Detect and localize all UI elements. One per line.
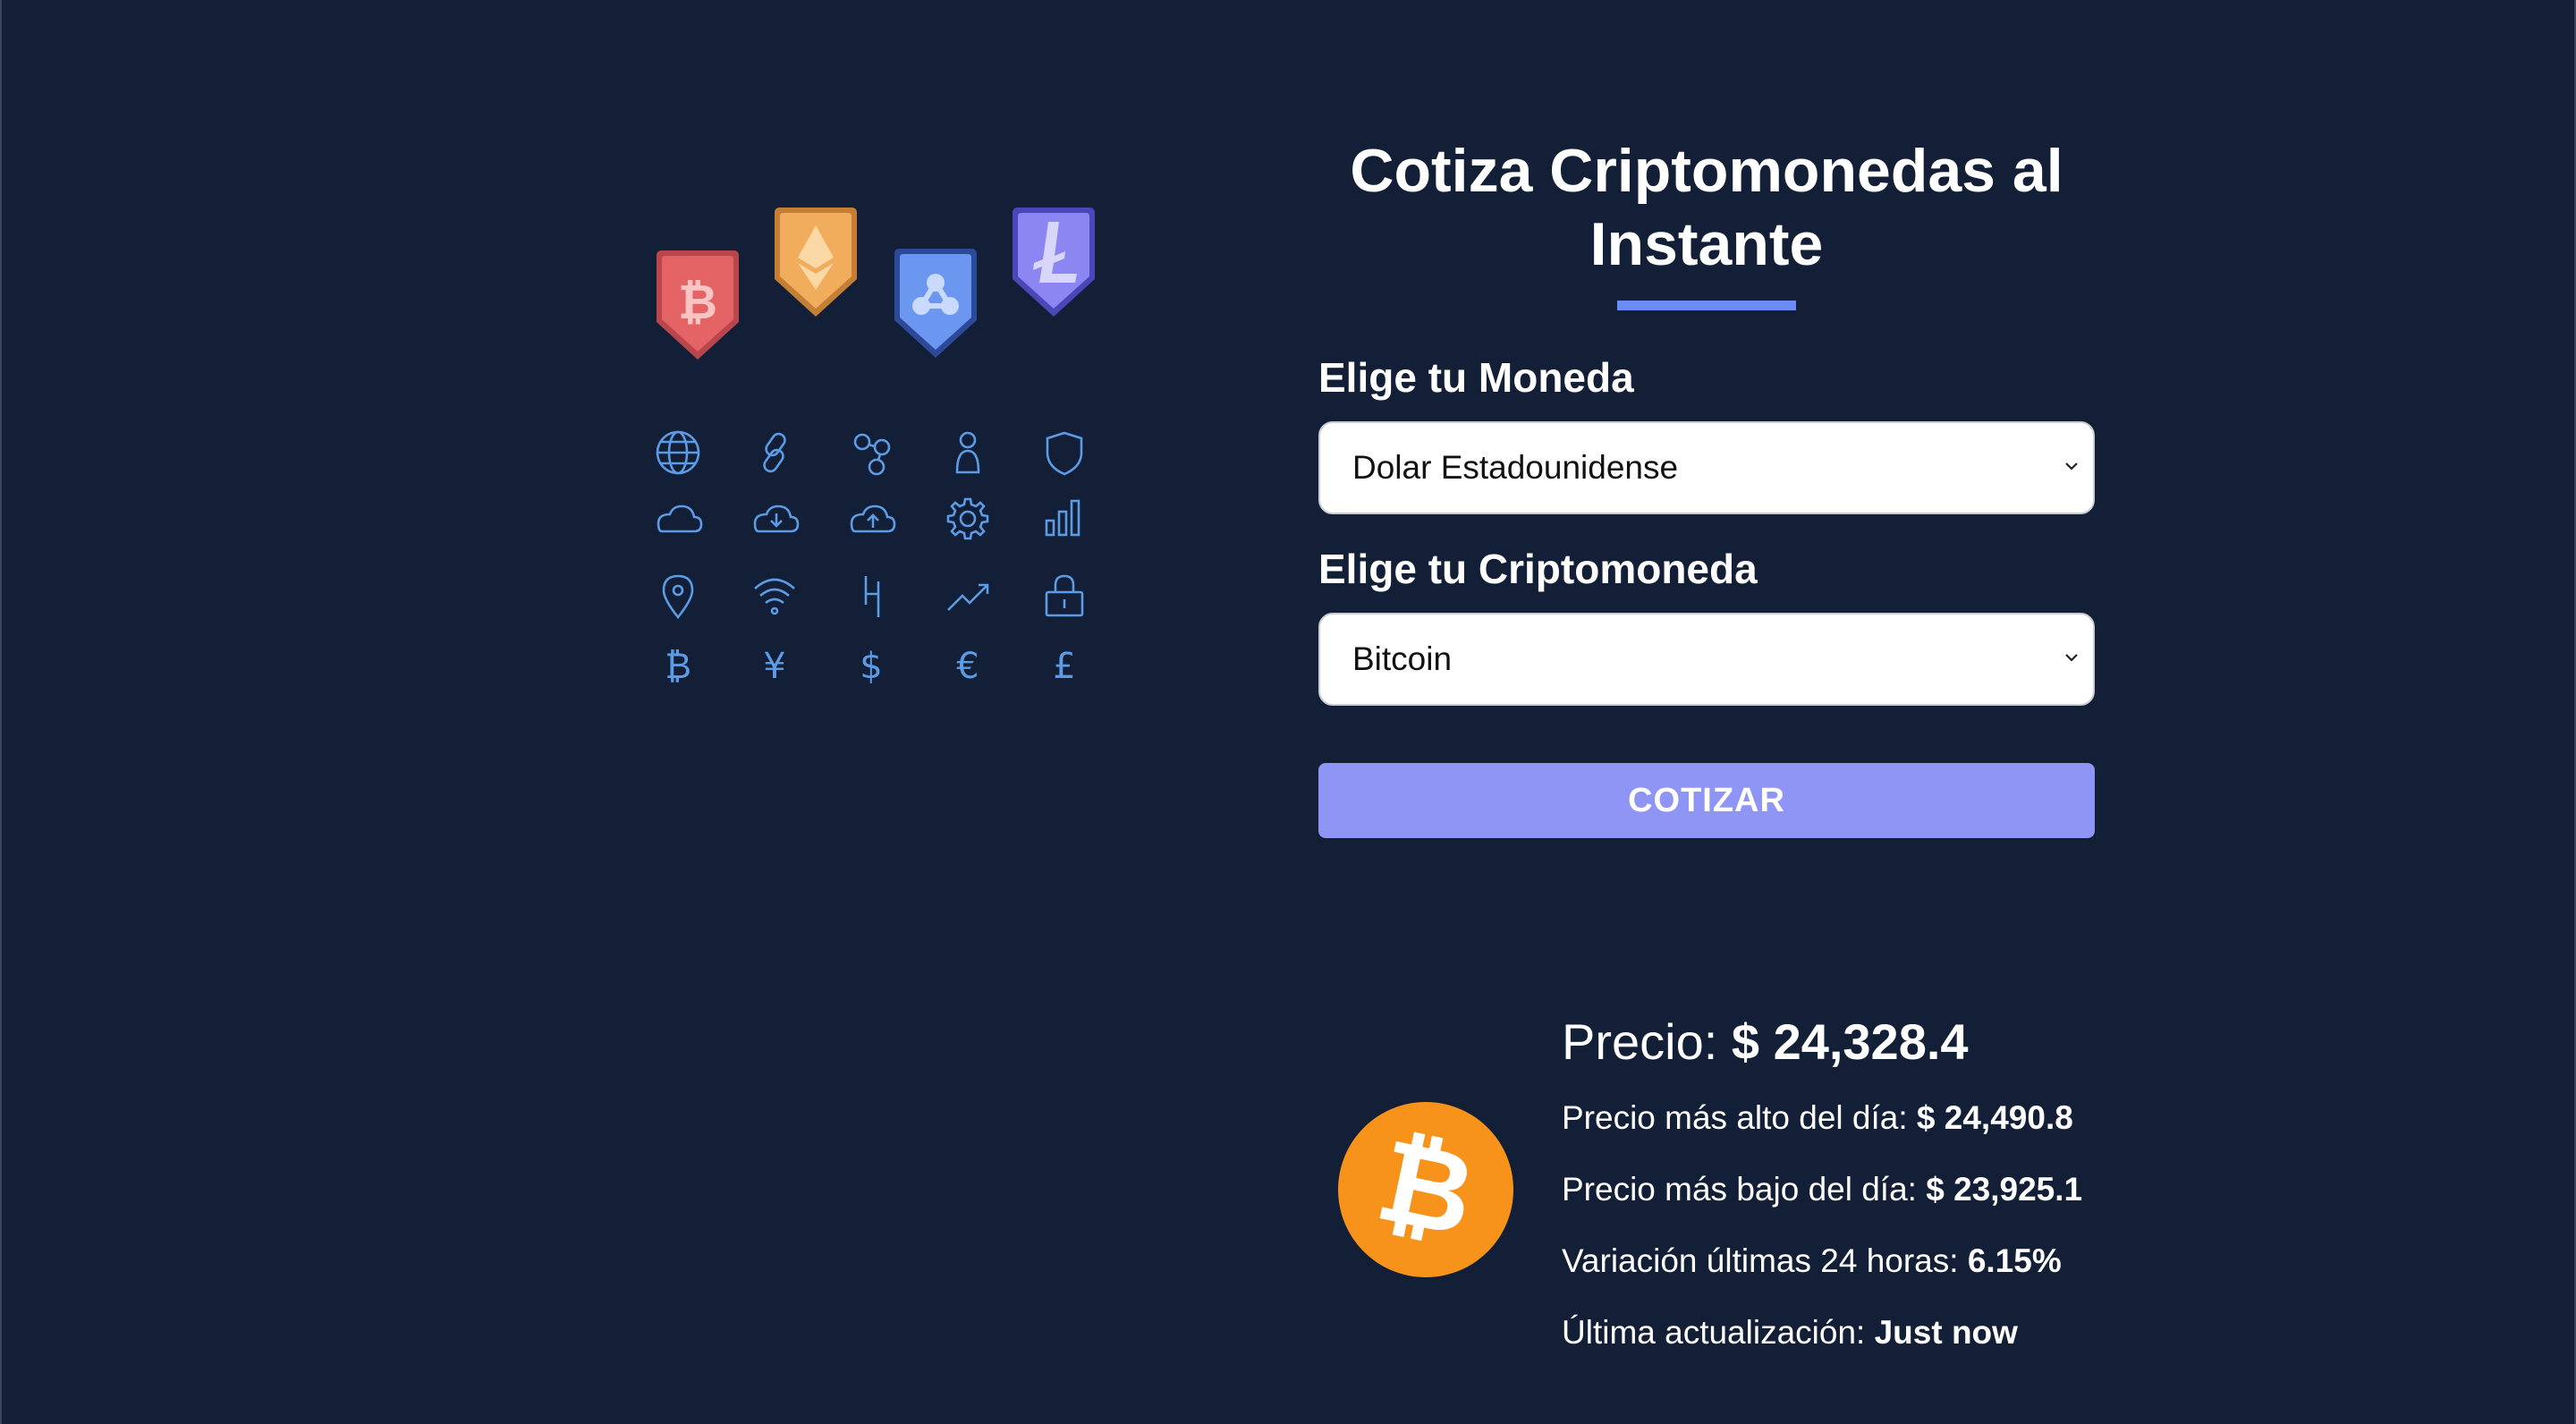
lock-icon [1032, 564, 1097, 628]
wifi-icon [742, 564, 807, 628]
crypto-illustration: ₿ ₿ ¥ $ € £ [628, 179, 1129, 716]
crypto-select-value: Bitcoin [1352, 640, 1453, 677]
cloud-upload-icon [839, 487, 903, 551]
globe-icon [646, 420, 710, 485]
svg-text:£: £ [1053, 646, 1075, 687]
low-price-label: Precio más bajo del día: [1562, 1171, 1927, 1208]
cotizar-button[interactable]: COTIZAR [1318, 763, 2095, 838]
euro-icon: € [936, 633, 1000, 698]
chevron-down-icon [2065, 462, 2078, 470]
title-underline [1617, 301, 1796, 310]
ethereum-badge-icon [775, 208, 857, 317]
bitcoin-symbol-icon: ₿ [646, 633, 710, 698]
low-price-row: Precio más bajo del día: $ 23,925.1 [1562, 1154, 2082, 1225]
price-value: $ 24,328.4 [1731, 1013, 1969, 1070]
crypto-label: Elige tu Criptomoneda [1318, 546, 1758, 592]
pound-icon: £ [1032, 633, 1097, 698]
updated-label: Última actualización: [1562, 1314, 1875, 1351]
gear-icon [936, 487, 1000, 551]
trend-up-icon [936, 564, 1000, 628]
quote-result: ₿ Precio: $ 24,328.4 Precio más alto del… [1338, 1002, 2125, 1395]
quote-form-panel: Cotiza Criptomonedas al Instante Elige t… [1318, 134, 2095, 838]
updated-row: Última actualización: Just now [1562, 1297, 2082, 1369]
svg-text:₿: ₿ [678, 274, 717, 330]
page-title: Cotiza Criptomonedas al Instante [1350, 137, 2063, 278]
updated-value: Just now [1874, 1314, 2018, 1351]
bitcoin-icon: ₿ [1338, 1102, 1513, 1277]
change-label: Variación últimas 24 horas: [1562, 1242, 1968, 1279]
app-frame: ₿ ₿ ¥ $ € £ Cotiza Criptomonedas al Inst… [0, 0, 2576, 1424]
change-value: 6.15% [1967, 1242, 2062, 1279]
shield-icon [1032, 420, 1097, 485]
litecoin-badge-icon [1013, 208, 1095, 317]
price-row: Precio: $ 24,328.4 [1562, 1002, 2082, 1082]
currency-label: Elige tu Moneda [1318, 354, 1634, 401]
cloud-download-icon [742, 487, 807, 551]
svg-text:₿: ₿ [665, 646, 691, 687]
chevron-down-icon [2065, 654, 2078, 662]
location-pin-icon [646, 564, 710, 628]
nodes-icon [839, 420, 903, 485]
cloud-icon [646, 487, 710, 551]
bar-chart-icon [1032, 487, 1097, 551]
price-label: Precio: [1562, 1013, 1732, 1070]
change-row: Variación últimas 24 horas: 6.15% [1562, 1225, 2082, 1297]
svg-text:¥: ¥ [763, 646, 785, 687]
low-price-value: $ 23,925.1 [1926, 1171, 2083, 1208]
bitcoin-badge-icon: ₿ [657, 250, 739, 360]
currency-select-value: Dolar Estadounidense [1352, 449, 1679, 486]
fork-icon [839, 564, 903, 628]
user-icon [936, 420, 1000, 485]
yen-icon: ¥ [742, 633, 807, 698]
crypto-select[interactable]: Bitcoin [1318, 613, 2095, 706]
svg-text:€: € [956, 646, 979, 687]
high-price-value: $ 24,490.8 [1916, 1099, 2073, 1136]
link-icon [742, 420, 807, 485]
ripple-badge-icon [894, 249, 977, 358]
high-price-row: Precio más alto del día: $ 24,490.8 [1562, 1082, 2082, 1154]
quote-details: Precio: $ 24,328.4 Precio más alto del d… [1562, 1002, 2082, 1369]
dollar-icon: $ [839, 633, 903, 698]
svg-text:$: $ [860, 646, 882, 687]
currency-select[interactable]: Dolar Estadounidense [1318, 421, 2095, 514]
high-price-label: Precio más alto del día: [1562, 1099, 1917, 1136]
